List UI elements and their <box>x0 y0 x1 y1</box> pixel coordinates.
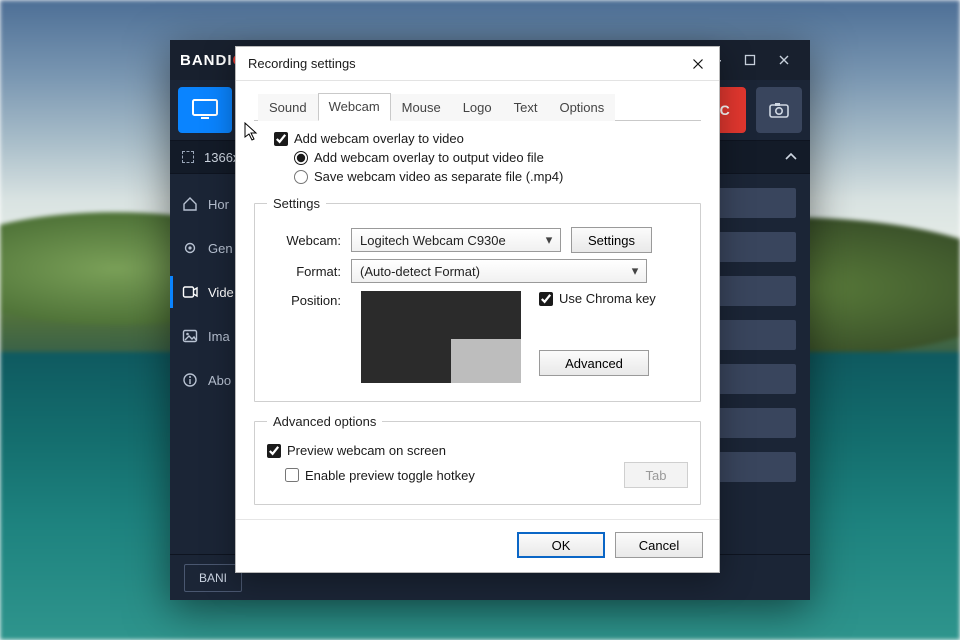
chevron-up-icon <box>784 152 798 162</box>
dialog-close-button[interactable] <box>683 51 713 77</box>
dialog-titlebar: Recording settings <box>236 47 719 81</box>
settings-group: Settings Webcam: Logitech Webcam C930e ▾… <box>254 196 701 402</box>
preview-on-screen-checkbox[interactable] <box>267 444 281 458</box>
camera-icon <box>769 102 789 118</box>
sidebar-label: Abo <box>208 373 231 388</box>
cursor-arrow-icon <box>244 122 260 142</box>
chroma-key-label: Use Chroma key <box>559 291 656 306</box>
close-main-button[interactable] <box>768 46 800 74</box>
preview-on-screen-label: Preview webcam on screen <box>287 443 446 458</box>
gear-icon <box>182 240 198 256</box>
chevron-down-icon: ▾ <box>628 263 642 279</box>
overlay-separate-radio[interactable] <box>294 170 308 184</box>
tabstrip: Sound Webcam Mouse Logo Text Options <box>254 93 701 121</box>
screen-mode-button[interactable] <box>178 87 232 133</box>
cancel-button[interactable]: Cancel <box>615 532 703 558</box>
tab-webcam[interactable]: Webcam <box>318 93 391 121</box>
webcam-settings-button[interactable]: Settings <box>571 227 652 253</box>
sidebar: Hor Gen Vide Ima Abo <box>170 174 244 554</box>
tab-options[interactable]: Options <box>548 94 615 121</box>
sidebar-label: Vide <box>208 285 234 300</box>
screenshot-button[interactable] <box>756 87 802 133</box>
recording-settings-dialog: Recording settings Sound Webcam Mouse Lo… <box>235 46 720 573</box>
format-select-value: (Auto-detect Format) <box>360 264 480 279</box>
sidebar-label: Gen <box>208 241 233 256</box>
advanced-options-group: Advanced options Preview webcam on scree… <box>254 414 701 505</box>
settings-legend: Settings <box>267 196 326 211</box>
monitor-icon <box>192 99 218 121</box>
chroma-key-checkbox[interactable] <box>539 292 553 306</box>
dialog-footer: OK Cancel <box>236 519 719 572</box>
toggle-hotkey-button[interactable]: Tab <box>624 462 688 488</box>
overlay-to-output-radio[interactable] <box>294 151 308 165</box>
footer-button[interactable]: BANI <box>184 564 242 592</box>
dialog-title: Recording settings <box>248 56 356 71</box>
video-icon <box>182 284 198 300</box>
tab-sound[interactable]: Sound <box>258 94 318 121</box>
home-icon <box>182 196 198 212</box>
sidebar-label: Ima <box>208 329 230 344</box>
add-overlay-checkbox[interactable] <box>274 132 288 146</box>
overlay-separate-label: Save webcam video as separate file (.mp4… <box>314 169 563 184</box>
webcam-select-value: Logitech Webcam C930e <box>360 233 506 248</box>
info-icon <box>182 372 198 388</box>
maximize-button[interactable] <box>734 46 766 74</box>
selection-icon <box>182 151 194 163</box>
webcam-select[interactable]: Logitech Webcam C930e ▾ <box>351 228 561 252</box>
sidebar-label: Hor <box>208 197 229 212</box>
ok-button[interactable]: OK <box>517 532 605 558</box>
advanced-options-legend: Advanced options <box>267 414 382 429</box>
tab-logo[interactable]: Logo <box>452 94 503 121</box>
enable-toggle-hotkey-checkbox[interactable] <box>285 468 299 482</box>
overlay-position-picker[interactable] <box>361 291 521 383</box>
tab-mouse[interactable]: Mouse <box>391 94 452 121</box>
format-field-label: Format: <box>267 264 341 279</box>
overlay-handle[interactable] <box>451 339 521 383</box>
format-select[interactable]: (Auto-detect Format) ▾ <box>351 259 647 283</box>
overlay-to-output-label: Add webcam overlay to output video file <box>314 150 544 165</box>
enable-toggle-hotkey-label: Enable preview toggle hotkey <box>305 468 475 483</box>
position-field-label: Position: <box>267 291 341 308</box>
add-overlay-label: Add webcam overlay to video <box>294 131 464 146</box>
tab-text[interactable]: Text <box>503 94 549 121</box>
image-icon <box>182 328 198 344</box>
chevron-down-icon: ▾ <box>542 232 556 248</box>
advanced-button[interactable]: Advanced <box>539 350 649 376</box>
webcam-field-label: Webcam: <box>267 233 341 248</box>
